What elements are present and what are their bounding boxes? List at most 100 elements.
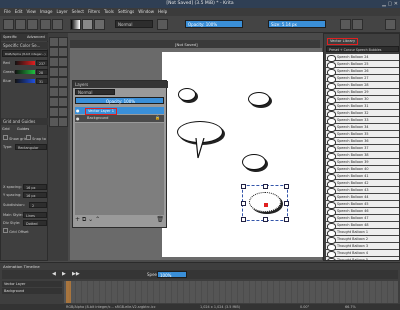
preset-item[interactable]: Speech Balloon 44 <box>326 194 399 202</box>
resize-handle[interactable] <box>284 201 289 206</box>
picker-tool-icon[interactable] <box>58 97 68 107</box>
visibility-icon[interactable]: ● <box>76 108 80 113</box>
menu-item[interactable]: Select <box>72 8 84 16</box>
frame-grid[interactable] <box>64 281 398 303</box>
tab-guides[interactable]: Guides <box>17 127 29 131</box>
pan-tool-icon[interactable] <box>58 117 68 127</box>
document-tab[interactable]: [Not Saved] <box>70 40 320 48</box>
x-spacing-input[interactable]: 16 px <box>23 184 47 190</box>
preset-item[interactable]: Speech Balloon 48 <box>326 222 399 230</box>
speech-bubble[interactable] <box>178 88 196 101</box>
menu-item[interactable]: Window <box>138 8 154 16</box>
selected-yelling-balloon[interactable] <box>241 184 289 222</box>
menu-item[interactable]: Edit <box>15 8 23 16</box>
resize-handle[interactable] <box>241 201 246 206</box>
preset-item[interactable]: Thought Balloon 2 <box>326 236 399 244</box>
menu-item[interactable]: View <box>26 8 36 16</box>
preset-item[interactable]: Thought Balloon 4 <box>326 250 399 258</box>
canvas[interactable] <box>162 52 324 257</box>
size-slider[interactable]: Size: 5.14 px <box>268 20 326 28</box>
window-controls[interactable]: ▁ ▢ ✕ <box>382 1 398 7</box>
preset-item[interactable]: Thought Balloon 1 <box>326 229 399 237</box>
preset-item[interactable]: Speech Balloon 32 <box>326 110 399 118</box>
preset-tag-select[interactable]: Preset + Concur Speech Bubbles <box>326 46 399 52</box>
div-style-select[interactable]: Dotted <box>23 220 47 226</box>
play-icon[interactable]: ▶ <box>62 271 66 277</box>
menu-item[interactable]: Help <box>158 8 167 16</box>
menu-item[interactable]: Image <box>40 8 53 16</box>
channel-value[interactable]: 237 <box>36 60 48 66</box>
save-document-icon[interactable] <box>27 19 38 30</box>
resize-handle[interactable] <box>263 217 268 222</box>
preset-item[interactable]: Speech Balloon 35 <box>326 131 399 139</box>
tab-advanced[interactable]: Advanced <box>27 35 45 39</box>
preset-item[interactable]: Speech Balloon 31 <box>326 103 399 111</box>
preset-item[interactable]: Speech Balloon 43 <box>326 187 399 195</box>
channel-value[interactable]: 28 <box>36 69 48 75</box>
main-style-select[interactable]: Lines <box>23 212 47 218</box>
shape-tool-icon[interactable] <box>58 47 68 57</box>
resize-handle[interactable] <box>284 217 289 222</box>
preset-item[interactable]: Speech Balloon 39 <box>326 159 399 167</box>
duplicate-layer-icon[interactable]: ⧉ <box>82 216 86 223</box>
channel-slider[interactable] <box>15 61 35 65</box>
thought-bubble[interactable] <box>242 154 266 170</box>
preset-item[interactable]: Speech Balloon 33 <box>326 117 399 125</box>
line-tool-icon[interactable] <box>58 57 68 67</box>
channel-slider[interactable] <box>15 70 35 74</box>
speed-input[interactable]: 100% <box>157 271 187 278</box>
resize-handle[interactable] <box>263 184 268 189</box>
status-zoom[interactable]: 66.7% <box>345 304 356 310</box>
preset-item[interactable]: Speech Balloon 28 <box>326 82 399 90</box>
gradient-icon[interactable] <box>70 19 81 30</box>
current-frame-marker[interactable] <box>66 281 71 303</box>
mirror-vertical-icon[interactable] <box>352 19 363 30</box>
layer-row[interactable]: ● Background 🔒 <box>75 115 164 122</box>
menu-item[interactable]: File <box>4 8 11 16</box>
preset-item[interactable]: Speech Balloon 26 <box>326 68 399 76</box>
menu-item[interactable]: Tools <box>104 8 114 16</box>
grid-offset-checkbox[interactable]: Grid Offset <box>3 228 29 234</box>
preset-item[interactable]: Speech Balloon 34 <box>326 124 399 132</box>
y-spacing-input[interactable]: 16 px <box>23 192 47 198</box>
move-tool-icon[interactable] <box>58 37 68 47</box>
preset-item[interactable]: Speech Balloon 30 <box>326 96 399 104</box>
mirror-horizontal-icon[interactable] <box>340 19 351 30</box>
color-space-select[interactable]: RGB/Alpha (8-bit integer...) <box>2 50 48 57</box>
preset-item[interactable]: Speech Balloon 25 <box>326 61 399 69</box>
undo-icon[interactable] <box>40 19 51 30</box>
select-ellipse-icon[interactable] <box>58 107 68 117</box>
menu-item[interactable]: Settings <box>118 8 134 16</box>
fill-tool-icon[interactable] <box>58 87 68 97</box>
move-down-icon[interactable]: ⌄ <box>88 216 93 223</box>
channel-value[interactable]: 31 <box>36 78 48 84</box>
preset-item[interactable]: Speech Balloon 47 <box>326 215 399 223</box>
preset-item[interactable]: Speech Balloon 36 <box>326 138 399 146</box>
preset-item[interactable]: Speech Balloon 45 <box>326 201 399 209</box>
eraser-icon[interactable] <box>157 19 168 30</box>
resize-handle[interactable] <box>284 184 289 189</box>
preset-item[interactable]: Speech Balloon 46 <box>326 208 399 216</box>
menu-item[interactable]: Filters <box>88 8 100 16</box>
layer-opacity-slider[interactable]: Opacity: 100% <box>75 97 164 104</box>
move-up-icon[interactable]: ⌃ <box>95 216 100 223</box>
preset-item[interactable]: Thought Balloon 3 <box>326 243 399 251</box>
layer-row[interactable]: ● Vector Layer 1 <box>75 107 164 115</box>
resize-handle[interactable] <box>241 217 246 222</box>
brush-preset-icon[interactable] <box>94 19 105 30</box>
preset-item[interactable]: Speech Balloon 42 <box>326 180 399 188</box>
new-document-icon[interactable] <box>3 19 14 30</box>
timeline-layer[interactable]: Background <box>2 288 62 294</box>
tab-specific[interactable]: Specific <box>3 35 17 39</box>
channel-slider[interactable] <box>15 79 35 83</box>
bezier-tool-icon[interactable] <box>58 77 68 87</box>
speech-bubble[interactable] <box>248 92 270 106</box>
delete-layer-icon[interactable]: 🗑 <box>156 216 164 223</box>
workspace-icon[interactable] <box>385 19 396 30</box>
add-layer-icon[interactable]: + <box>75 216 80 223</box>
preset-item[interactable]: Speech Balloon 27 <box>326 75 399 83</box>
pattern-icon[interactable] <box>82 19 93 30</box>
preset-item[interactable]: Speech Balloon 40 <box>326 166 399 174</box>
open-document-icon[interactable] <box>15 19 26 30</box>
tab-grid[interactable]: Grid <box>2 127 10 131</box>
